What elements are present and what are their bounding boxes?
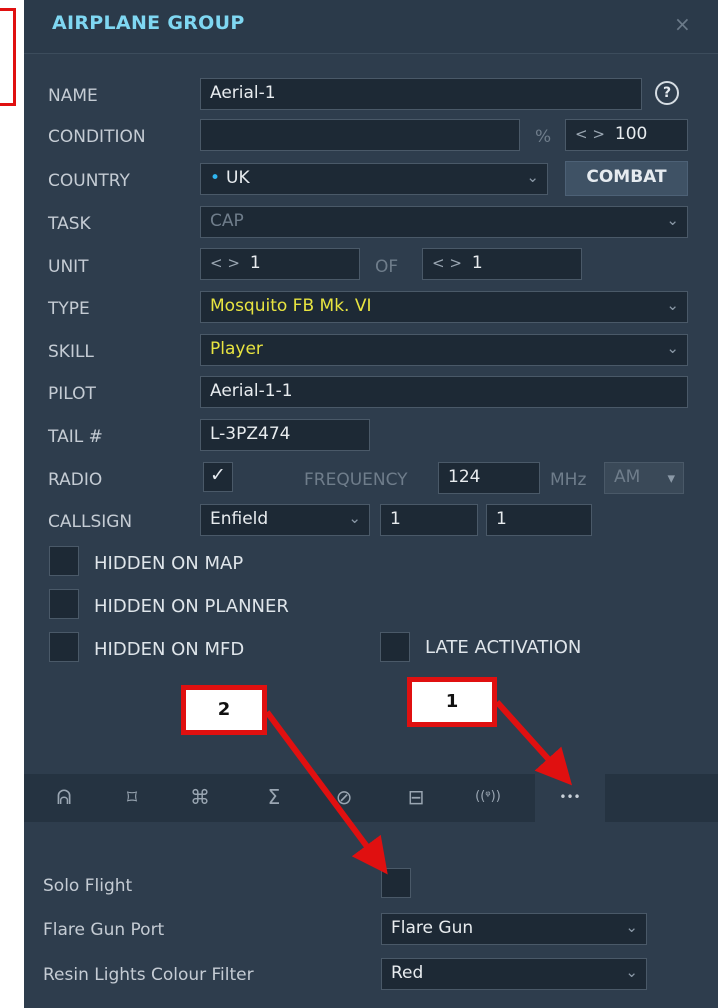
annotation-arrows [264,699,573,875]
arrow-to-more-tab [494,699,573,786]
callout-2: 2 [181,685,267,735]
callout-1: 1 [407,677,497,727]
arrow-to-solo-flight [264,710,388,875]
